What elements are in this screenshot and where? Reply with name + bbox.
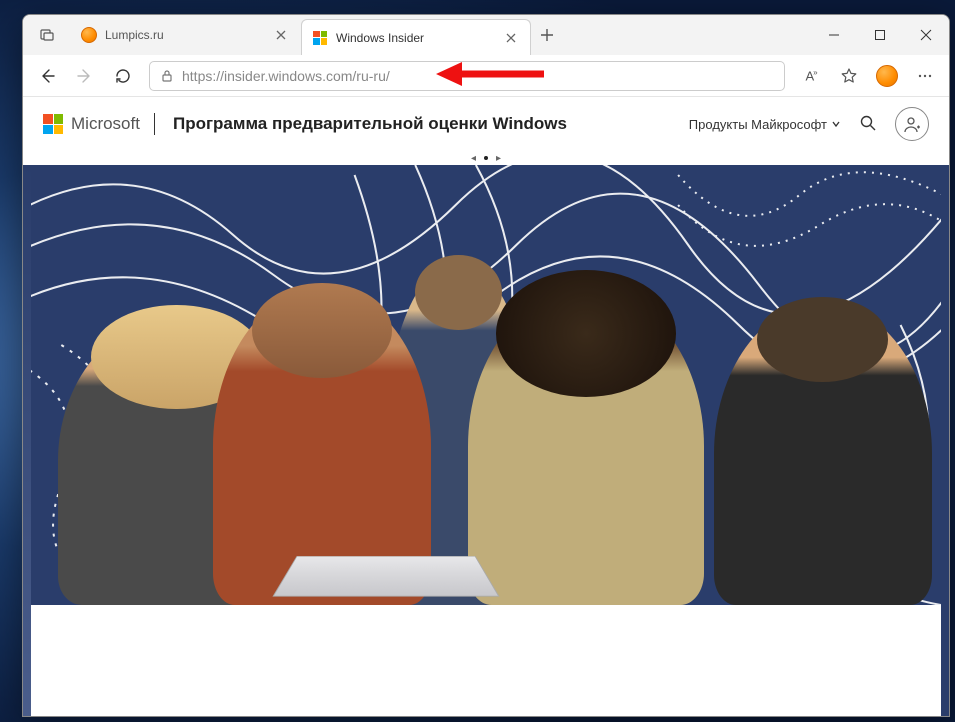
tab-close-button[interactable] — [502, 29, 520, 47]
maximize-button[interactable] — [857, 15, 903, 55]
carousel-next[interactable]: ▸ — [496, 153, 501, 164]
minimize-icon — [828, 29, 840, 41]
titlebar: Lumpics.ru Windows Insider — [23, 15, 949, 55]
tab-lumpics[interactable]: Lumpics.ru — [71, 15, 301, 55]
back-button[interactable] — [29, 60, 65, 92]
lock-icon — [160, 69, 174, 83]
divider — [154, 113, 155, 135]
hero-image — [31, 165, 941, 605]
site-header: Microsoft Программа предварительной оцен… — [23, 97, 949, 151]
lumpics-favicon — [81, 27, 97, 43]
tab-actions-button[interactable] — [23, 15, 71, 55]
forward-button[interactable] — [67, 60, 103, 92]
address-text: https://insider.windows.com/ru-ru/ — [182, 68, 774, 84]
tab-title: Windows Insider — [336, 31, 494, 45]
microsoft-logo[interactable]: Microsoft — [43, 114, 140, 134]
plus-icon — [540, 28, 554, 42]
address-bar[interactable]: https://insider.windows.com/ru-ru/ — [149, 61, 785, 91]
arrow-left-icon — [38, 67, 56, 85]
favorite-button[interactable] — [831, 60, 867, 92]
products-dropdown[interactable]: Продукты Майкрософт — [689, 117, 841, 132]
sign-in-button[interactable] — [895, 107, 929, 141]
window-controls — [811, 15, 949, 55]
windows-favicon — [312, 30, 328, 46]
person-add-icon — [902, 114, 922, 134]
hero-section: Объявляем о нашем партнерстве с программ… — [23, 165, 949, 716]
carousel-nav: ◂ ▸ — [23, 151, 949, 165]
browser-window: Lumpics.ru Windows Insider — [22, 14, 950, 717]
site-search-button[interactable] — [859, 114, 877, 135]
carousel-dot[interactable] — [484, 156, 488, 160]
tab-windows-insider[interactable]: Windows Insider — [301, 19, 531, 55]
microsoft-logo-icon — [43, 114, 63, 134]
settings-menu-button[interactable] — [907, 60, 943, 92]
extension-icon — [876, 65, 898, 87]
star-icon — [840, 67, 858, 85]
toolbar: https://insider.windows.com/ru-ru/ A» — [23, 55, 949, 97]
close-icon — [920, 29, 932, 41]
read-aloud-button[interactable]: A» — [793, 60, 829, 92]
carousel-prev-edge[interactable] — [23, 165, 31, 716]
tab-actions-icon — [40, 28, 54, 42]
search-icon — [859, 114, 877, 132]
chevron-down-icon — [831, 119, 841, 129]
carousel-prev[interactable]: ◂ — [471, 153, 476, 164]
tab-title: Lumpics.ru — [105, 28, 264, 42]
hero-people — [31, 262, 941, 605]
window-close-button[interactable] — [903, 15, 949, 55]
arrow-right-icon — [76, 67, 94, 85]
close-icon — [506, 33, 516, 43]
microsoft-logo-text: Microsoft — [71, 114, 140, 134]
new-tab-button[interactable] — [531, 15, 563, 55]
close-icon — [276, 30, 286, 40]
products-label: Продукты Майкрософт — [689, 117, 827, 132]
program-title[interactable]: Программа предварительной оценки Windows — [173, 114, 567, 134]
carousel-next-edge[interactable] — [941, 165, 949, 716]
more-icon — [916, 67, 934, 85]
read-aloud-icon: A» — [805, 68, 816, 83]
refresh-icon — [114, 67, 132, 85]
tab-close-button[interactable] — [272, 26, 290, 44]
minimize-button[interactable] — [811, 15, 857, 55]
extension-button[interactable] — [869, 60, 905, 92]
refresh-button[interactable] — [105, 60, 141, 92]
maximize-icon — [874, 29, 886, 41]
